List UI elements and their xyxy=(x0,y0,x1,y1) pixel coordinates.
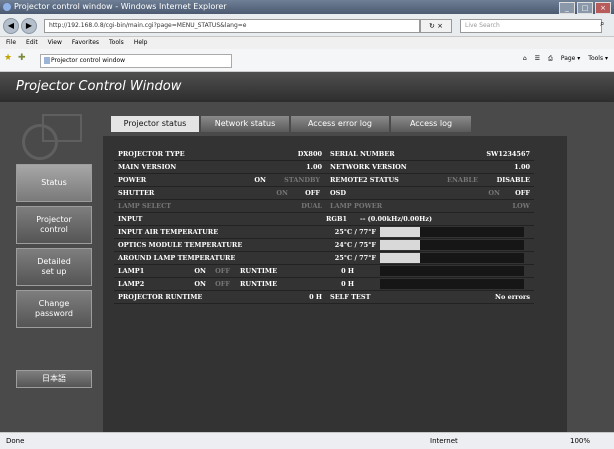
sidebar-item-japanese[interactable]: 日本語 xyxy=(16,370,92,388)
sidebar-item-change-password[interactable]: Change password xyxy=(16,290,92,328)
close-icon[interactable]: × xyxy=(595,2,611,14)
tools-menu[interactable]: Tools ▾ xyxy=(588,55,608,63)
tab-network-status[interactable]: Network status xyxy=(201,116,289,132)
status-text: Done xyxy=(6,437,25,445)
command-bar: ⌂ ☰ ⎙ Page ▾ Tools ▾ xyxy=(523,55,608,63)
forward-icon[interactable]: ▶ xyxy=(21,18,37,34)
menu-edit[interactable]: Edit xyxy=(26,37,38,49)
window-controls: _ □ × xyxy=(559,2,611,14)
window-title: Projector control window - Windows Inter… xyxy=(14,2,227,11)
search-input[interactable]: Live Search xyxy=(460,19,602,33)
back-icon[interactable]: ◀ xyxy=(3,18,19,34)
temperature-bar-fill xyxy=(380,240,421,250)
table-row: PROJECTOR RUNTIME 0 H SELF TEST No error… xyxy=(114,291,534,304)
browser-statusbar: Done Internet 100% xyxy=(0,432,614,449)
menu-view[interactable]: View xyxy=(48,37,62,49)
page-icon xyxy=(44,57,50,64)
temperature-bar xyxy=(380,240,524,250)
menu-tools[interactable]: Tools xyxy=(109,37,124,49)
tab-projector-status[interactable]: Projector status xyxy=(111,116,199,132)
search-icon[interactable]: ⌕ xyxy=(600,19,604,29)
feed-icon[interactable]: ☰ xyxy=(535,55,540,63)
ie-icon xyxy=(3,3,11,11)
print-icon[interactable]: ⎙ xyxy=(548,55,553,63)
table-row: INPUT AIR TEMPERATURE 25°C / 77°F xyxy=(114,226,534,239)
projector-logo-icon xyxy=(22,114,84,160)
table-row: SHUTTER ON OFF OSD ON OFF xyxy=(114,187,534,200)
browser-tab-label: Projector control window xyxy=(51,57,126,64)
table-row: INPUT RGB1 -- (0.00kHz/0.00Hz) xyxy=(114,213,534,226)
maximize-icon[interactable]: □ xyxy=(577,2,593,14)
sidebar-item-detailed-setup[interactable]: Detailed set up xyxy=(16,248,92,286)
favorites-star-icon[interactable]: ★ xyxy=(4,53,12,63)
table-row: POWER ON STANDBY REMOTE2 STATUS ENABLE D… xyxy=(114,174,534,187)
minimize-icon[interactable]: _ xyxy=(559,2,575,14)
lamp-runtime-bar xyxy=(380,279,524,289)
menu-favorites[interactable]: Favorites xyxy=(72,37,99,49)
lamp-runtime-bar xyxy=(380,266,524,276)
url-input[interactable]: http://192.168.0.8/cgi-bin/main.cgi?page… xyxy=(44,19,420,33)
zoom-level[interactable]: 100% xyxy=(570,433,590,449)
temperature-bar-fill xyxy=(380,227,421,237)
table-row: OPTICS MODULE TEMPERATURE 24°C / 75°F xyxy=(114,239,534,252)
favorites-bar: ★ ✚ Projector control window ⌂ ☰ ⎙ Page … xyxy=(0,49,614,72)
menu-file[interactable]: File xyxy=(6,37,16,49)
home-icon[interactable]: ⌂ xyxy=(523,55,527,63)
temperature-bar xyxy=(380,253,524,263)
internet-zone: Internet xyxy=(430,437,458,445)
window-titlebar: Projector control window - Windows Inter… xyxy=(0,0,614,14)
browser-tab[interactable]: Projector control window xyxy=(40,54,232,68)
sidebar-item-projector-control[interactable]: Projector control xyxy=(16,206,92,244)
tab-access-log[interactable]: Access log xyxy=(391,116,471,132)
temperature-bar-fill xyxy=(380,253,421,263)
page-title: Projector Control Window xyxy=(0,72,614,102)
table-row: MAIN VERSION 1.00 NETWORK VERSION 1.00 xyxy=(114,161,534,174)
address-bar: ◀ ▶ http://192.168.0.8/cgi-bin/main.cgi?… xyxy=(0,14,614,37)
status-tabs: Projector status Network status Access e… xyxy=(111,116,471,132)
add-favorites-icon[interactable]: ✚ xyxy=(18,53,26,63)
refresh-icon[interactable]: ↻ × xyxy=(420,19,452,33)
table-row: LAMP1 ON OFF RUNTIME 0 H xyxy=(114,265,534,278)
tab-access-error-log[interactable]: Access error log xyxy=(291,116,389,132)
table-row: LAMP SELECT DUAL LAMP POWER LOW xyxy=(114,200,534,213)
menu-bar: File Edit View Favorites Tools Help xyxy=(0,37,614,49)
menu-help[interactable]: Help xyxy=(134,37,148,49)
table-row: LAMP2 ON OFF RUNTIME 0 H xyxy=(114,278,534,291)
table-row: PROJECTOR TYPE DX800 SERIAL NUMBER SW123… xyxy=(114,148,534,161)
temperature-bar xyxy=(380,227,524,237)
table-row: AROUND LAMP TEMPERATURE 25°C / 77°F xyxy=(114,252,534,265)
page-menu[interactable]: Page ▾ xyxy=(561,55,580,63)
sidebar-item-status[interactable]: Status xyxy=(16,164,92,202)
page-content: Projector Control Window Status Projecto… xyxy=(0,72,614,432)
